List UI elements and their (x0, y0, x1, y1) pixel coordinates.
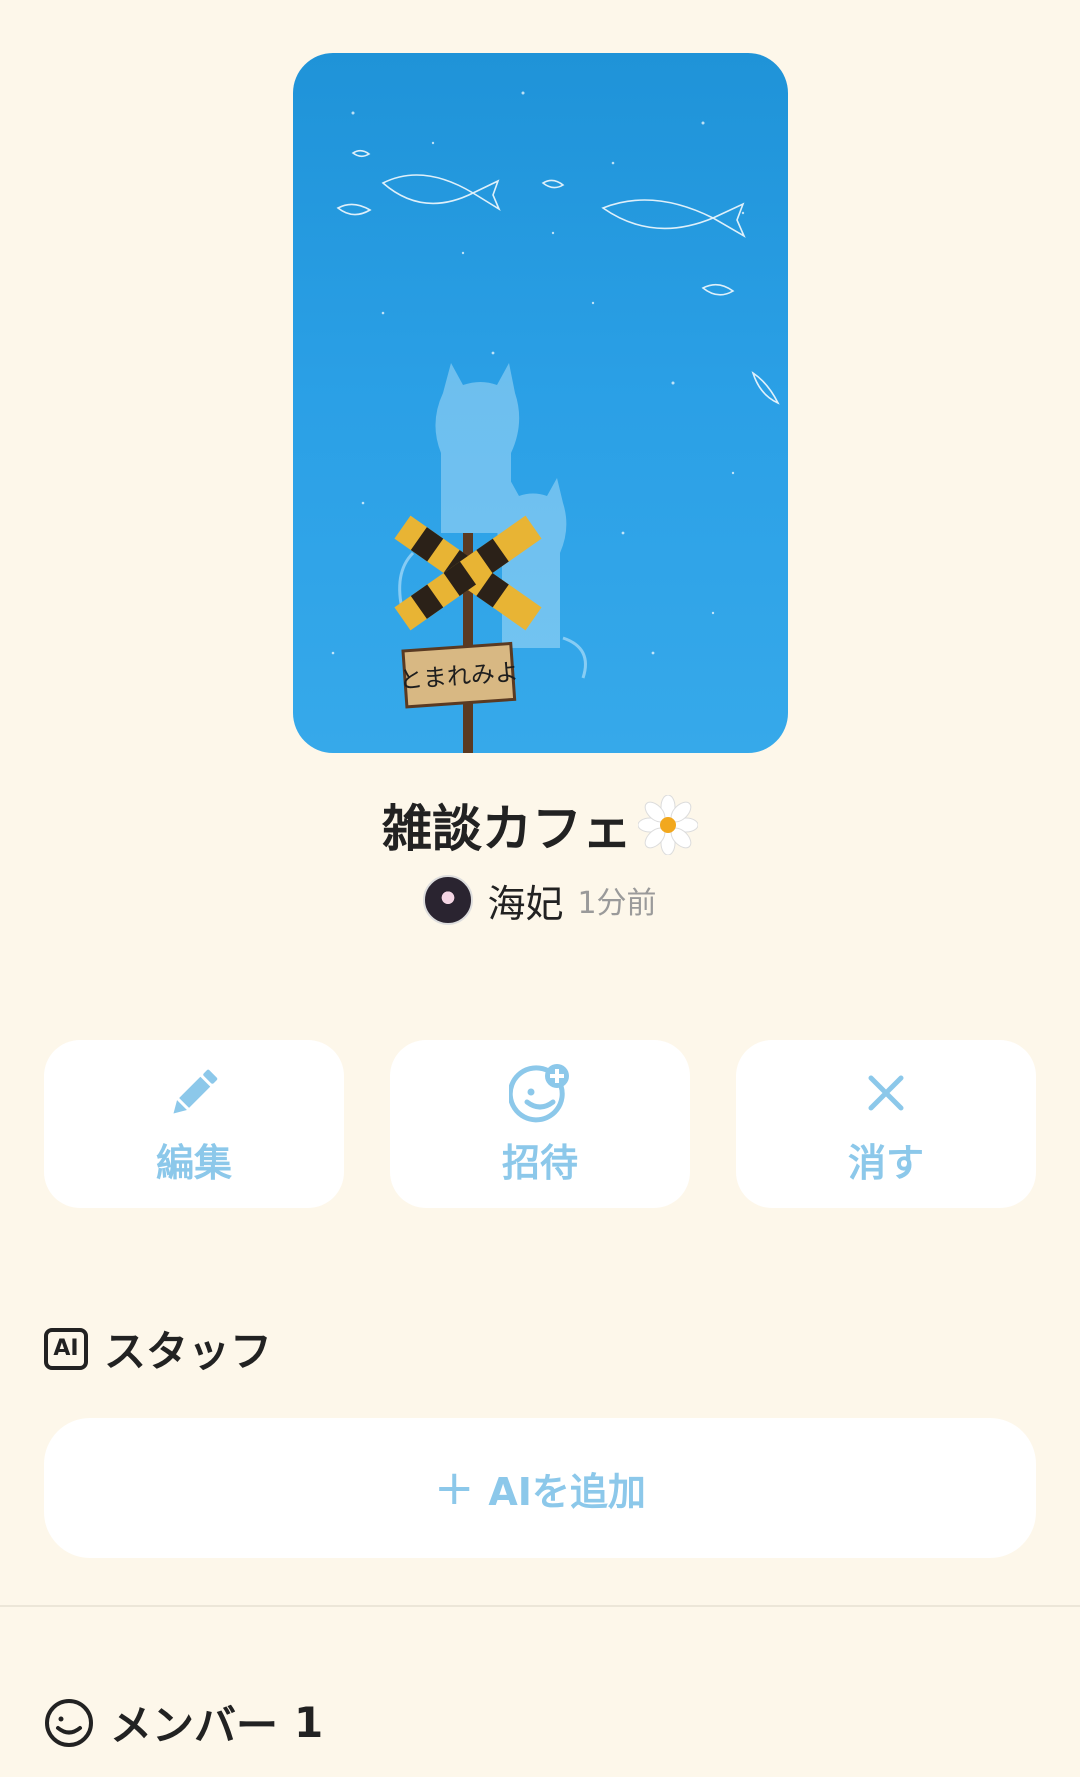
members-count: 1 (294, 1698, 324, 1747)
edit-label: 編集 (155, 1140, 232, 1185)
ai-badge-icon: AI (44, 1327, 88, 1370)
smiley-plus-icon (509, 1063, 569, 1122)
section-divider (0, 1605, 1080, 1607)
edit-button[interactable]: 編集 (44, 1040, 344, 1208)
daisy-icon (638, 795, 698, 855)
room-cover-image[interactable]: とまれみよ (293, 53, 788, 753)
members-heading: メンバー (110, 1701, 279, 1750)
smiley-icon (45, 1698, 93, 1747)
delete-button[interactable]: 消す (736, 1040, 1036, 1208)
post-time: 1分前 (577, 886, 657, 921)
members-section-header: メンバー 1 (44, 1692, 323, 1753)
add-ai-label: AIを追加 (488, 1469, 646, 1514)
staff-section-header: AI スタッフ (44, 1318, 272, 1379)
invite-label: 招待 (501, 1140, 578, 1185)
author-row[interactable]: 海妃 1分前 (0, 872, 1080, 928)
invite-button[interactable]: 招待 (390, 1040, 690, 1208)
cover-illustration: とまれみよ (331, 91, 780, 753)
delete-label: 消す (847, 1140, 924, 1185)
author-avatar[interactable] (423, 875, 474, 925)
plus-icon: + (434, 1460, 475, 1516)
room-title-row: 雑談カフェ (0, 790, 1080, 860)
close-icon (868, 1075, 904, 1110)
pencil-icon (173, 1069, 218, 1114)
author-name[interactable]: 海妃 (487, 873, 563, 928)
add-ai-button[interactable]: + AIを追加 (44, 1418, 1036, 1558)
room-title: 雑談カフェ (382, 800, 632, 858)
staff-heading: スタッフ (104, 1327, 273, 1376)
